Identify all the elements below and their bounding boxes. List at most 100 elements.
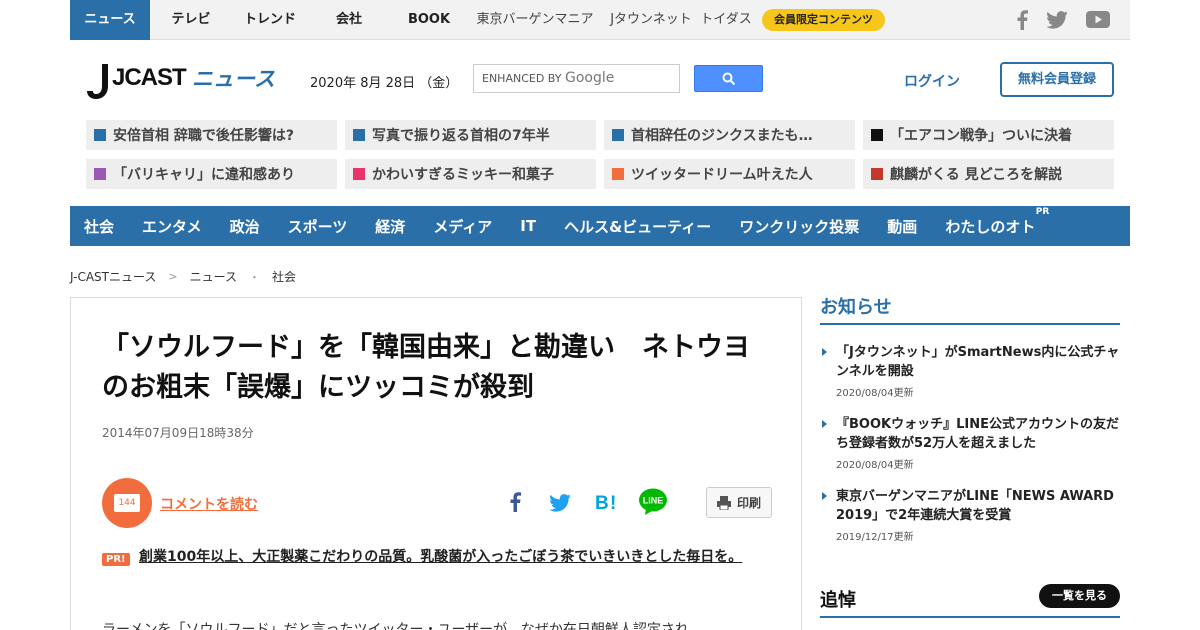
pickup-label: 「エアコン戦争」ついに決着 [890, 128, 1072, 144]
category-health-beauty[interactable]: ヘルス&ビューティー [564, 216, 711, 237]
topnav-bargain-mania[interactable]: 東京バーゲンマニア [468, 0, 602, 40]
pr-label: PR [1035, 206, 1050, 217]
category-one-click-vote[interactable]: ワンクリック投票 [739, 216, 859, 237]
category-label: わたしのオト [945, 217, 1036, 236]
twitter-icon[interactable] [1046, 10, 1068, 29]
pickup-item[interactable]: かわいすぎるミッキー和菓子 [345, 159, 596, 189]
print-icon [716, 495, 731, 510]
pickup-item[interactable]: 「エアコン戦争」ついに決着 [863, 120, 1114, 150]
announcements-heading: お知らせ [820, 297, 892, 318]
pickup-item[interactable]: 安倍首相 辞職で後任影響は? [86, 120, 337, 150]
bullet-square-icon [353, 168, 365, 180]
heading-divider [820, 323, 1120, 325]
category-entertainment[interactable]: エンタメ [142, 216, 202, 237]
hatena-bookmark-icon[interactable]: B ! [595, 492, 619, 516]
search-brand: Google [564, 70, 615, 86]
triangle-bullet-icon [822, 348, 827, 356]
topnav-toidas[interactable]: トイダス [700, 0, 752, 40]
pickup-label: かわいすぎるミッキー和菓子 [372, 167, 554, 183]
see-all-button[interactable]: 一覧を見る [1039, 584, 1120, 608]
news-date: 2020/08/04更新 [836, 388, 914, 399]
line-label: LINE [643, 496, 664, 506]
pickup-item[interactable]: 首相辞任のジンクスまたも… [604, 120, 855, 150]
news-item[interactable]: 「Jタウンネット」がSmartNews内に公式チャンネルを開設 2020/08/… [820, 343, 1120, 399]
search-icon [722, 72, 735, 85]
current-date: 2020年 8月 28日 （金） [310, 76, 459, 91]
social-links [1016, 9, 1130, 30]
comment-count: 144 [114, 494, 140, 512]
topnav-trend[interactable]: トレンド [232, 0, 308, 40]
logo-suffix: ニュース [192, 67, 275, 91]
news-title: 東京バーゲンマニアがLINE「NEWS AWARD 2019」で2年連続大賞を受… [836, 489, 1114, 523]
pickup-label: 「バリキャリ」に違和感あり [113, 167, 295, 183]
jcast-news-logo[interactable]: JCAST ニュース [86, 58, 276, 102]
category-video[interactable]: 動画 [887, 216, 917, 237]
member-content-button[interactable]: 会員限定コンテンツ [762, 8, 885, 31]
search-button[interactable] [694, 65, 763, 92]
pickup-label: ツイッタードリーム叶えた人 [631, 167, 813, 183]
topnav-jtown[interactable]: Jタウンネット [602, 0, 700, 40]
line-icon[interactable]: LINE [638, 488, 668, 520]
register-button[interactable]: 無料会員登録 [1000, 62, 1114, 97]
bullet-square-icon [871, 129, 883, 141]
print-label: 印刷 [736, 496, 761, 510]
pickup-label: 首相辞任のジンクスまたも… [631, 128, 813, 144]
category-sports[interactable]: スポーツ [288, 216, 348, 237]
top-navigation: ニュース テレビ トレンド 会社 BOOK 東京バーゲンマニア Jタウンネット … [70, 0, 1130, 40]
pickup-label: 写真で振り返る首相の7年半 [372, 128, 550, 144]
pr-badge: PR! [102, 553, 130, 566]
article-date: 2014年07月09日18時38分 [102, 426, 254, 440]
category-navigation: 社会 エンタメ 政治 スポーツ 経済 メディア IT ヘルス&ビューティー ワン… [70, 206, 1130, 246]
pr-ad-link[interactable]: 創業100年以上、大正製薬こだわりの品質。乳酸菌が入ったごぼう茶でいきいきとした… [102, 548, 772, 567]
bullet-square-icon [94, 168, 106, 180]
search-prefix: ENHANCED BY [482, 72, 562, 85]
category-politics[interactable]: 政治 [230, 216, 260, 237]
pickup-item[interactable]: ツイッタードリーム叶えた人 [604, 159, 855, 189]
bullet-square-icon [94, 129, 106, 141]
memorial-heading: 追悼 [820, 590, 856, 611]
topnav-tv[interactable]: テレビ [150, 0, 232, 40]
facebook-icon[interactable] [1016, 9, 1028, 30]
breadcrumb-separator: ・ [249, 270, 261, 284]
triangle-bullet-icon [822, 492, 827, 500]
category-it[interactable]: IT [520, 217, 536, 235]
search-input[interactable]: ENHANCED BY Google [473, 64, 680, 93]
comment-icon[interactable]: 144 [102, 478, 152, 528]
article-title: 「ソウルフード」を「韓国由来」と勘違い ネトウヨのお粗末「誤爆」にツッコミが殺到 [102, 332, 750, 403]
news-title: 「Jタウンネット」がSmartNews内に公式チャンネルを開設 [836, 345, 1120, 379]
breadcrumb: J-CASTニュース > ニュース ・ 社会 [70, 268, 296, 285]
breadcrumb-home[interactable]: J-CASTニュース [70, 268, 156, 285]
category-society[interactable]: 社会 [84, 216, 114, 237]
svg-text:B: B [595, 493, 609, 512]
category-watashino-oto[interactable]: わたしのオト PR [945, 207, 1049, 237]
facebook-icon[interactable] [509, 491, 521, 517]
breadcrumb-news[interactable]: ニュース [190, 268, 237, 285]
print-button[interactable]: 印刷 [706, 487, 772, 518]
news-item[interactable]: 『BOOKウォッチ』LINE公式アカウントの友だち登録者数が52万人を超えました… [820, 415, 1120, 471]
read-comments-link[interactable]: コメントを読む [160, 494, 258, 514]
bullet-square-icon [871, 168, 883, 180]
breadcrumb-separator: > [168, 270, 178, 283]
twitter-icon[interactable] [549, 494, 571, 516]
pickup-item[interactable]: 麒麟がくる 見どころを解説 [863, 159, 1114, 189]
topnav-book[interactable]: BOOK [390, 0, 468, 40]
pickup-item[interactable]: 写真で振り返る首相の7年半 [345, 120, 596, 150]
breadcrumb-society[interactable]: 社会 [272, 268, 296, 285]
news-date: 2019/12/17更新 [836, 532, 914, 543]
pickup-label: 安倍首相 辞職で後任影響は? [113, 128, 294, 144]
category-economy[interactable]: 経済 [375, 216, 405, 237]
news-item[interactable]: 東京バーゲンマニアがLINE「NEWS AWARD 2019」で2年連続大賞を受… [820, 487, 1120, 543]
news-title: 『BOOKウォッチ』LINE公式アカウントの友だち登録者数が52万人を超えました [836, 417, 1119, 451]
youtube-icon[interactable] [1086, 11, 1110, 28]
bullet-square-icon [612, 168, 624, 180]
login-link[interactable]: ログイン [904, 71, 960, 91]
logo-text: JCAST [112, 64, 187, 91]
bullet-square-icon [612, 129, 624, 141]
pickup-label: 麒麟がくる 見どころを解説 [890, 167, 1063, 183]
topnav-news[interactable]: ニュース [70, 0, 150, 40]
triangle-bullet-icon [822, 420, 827, 428]
topnav-company[interactable]: 会社 [308, 0, 390, 40]
category-media[interactable]: メディア [433, 216, 492, 237]
bullet-square-icon [353, 129, 365, 141]
pickup-item[interactable]: 「バリキャリ」に違和感あり [86, 159, 337, 189]
